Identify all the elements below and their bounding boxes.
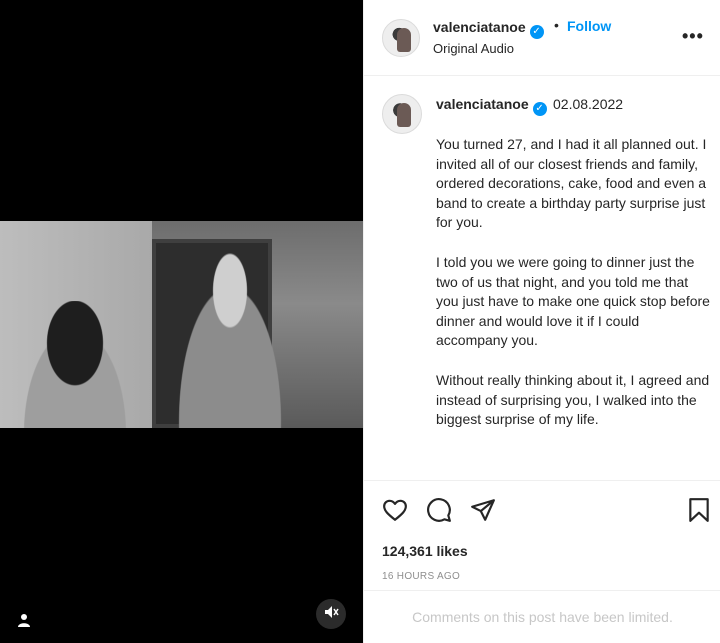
heart-icon[interactable] (382, 497, 408, 523)
post-header: valenciatanoe ✓ • Follow Original Audio •… (364, 0, 720, 76)
caption-paragraph: I told you we were going to dinner just … (436, 253, 710, 349)
mute-button[interactable] (316, 599, 346, 629)
media-panel (0, 0, 363, 643)
video-person-left (10, 301, 140, 428)
verified-badge-icon: ✓ (529, 25, 544, 39)
post-date: 02.08.2022 (553, 96, 624, 112)
caption-paragraph: You turned 27, and I had it all planned … (436, 136, 707, 231)
verified-badge-icon: ✓ (532, 102, 547, 116)
more-options-icon[interactable]: ••• (682, 27, 704, 45)
video-frame[interactable] (0, 221, 363, 428)
separator-dot: • (554, 17, 559, 33)
comments-limited-notice: Comments on this post have been limited. (364, 590, 720, 643)
caption-avatar[interactable] (382, 94, 422, 134)
caption-text: You turned 27, and I had it all planned … (436, 135, 711, 450)
video-person-right (165, 251, 295, 428)
audio-label[interactable]: Original Audio (433, 41, 514, 56)
user-tag-icon[interactable] (14, 610, 34, 630)
likes-count[interactable]: 124,361 likes (382, 543, 468, 559)
follow-button[interactable]: Follow (567, 18, 611, 34)
bookmark-icon[interactable] (686, 497, 712, 523)
share-icon[interactable] (470, 497, 496, 523)
caption-area: valenciatanoe ✓ 02.08.2022 You turned 27,… (364, 76, 720, 481)
caption-username[interactable]: valenciatanoe (436, 96, 529, 112)
post-details-panel: valenciatanoe ✓ • Follow Original Audio •… (363, 0, 720, 643)
post-timestamp[interactable]: 16 HOURS AGO (382, 571, 460, 582)
muted-audio-icon (323, 604, 339, 625)
caption-paragraph: Without really thinking about it, I agre… (436, 371, 710, 428)
avatar[interactable] (382, 19, 420, 57)
comment-icon[interactable] (426, 497, 452, 523)
action-bar (364, 481, 720, 541)
header-username[interactable]: valenciatanoe (433, 19, 526, 35)
header-user: valenciatanoe ✓ (433, 19, 544, 39)
caption-user: valenciatanoe ✓ (436, 96, 547, 116)
